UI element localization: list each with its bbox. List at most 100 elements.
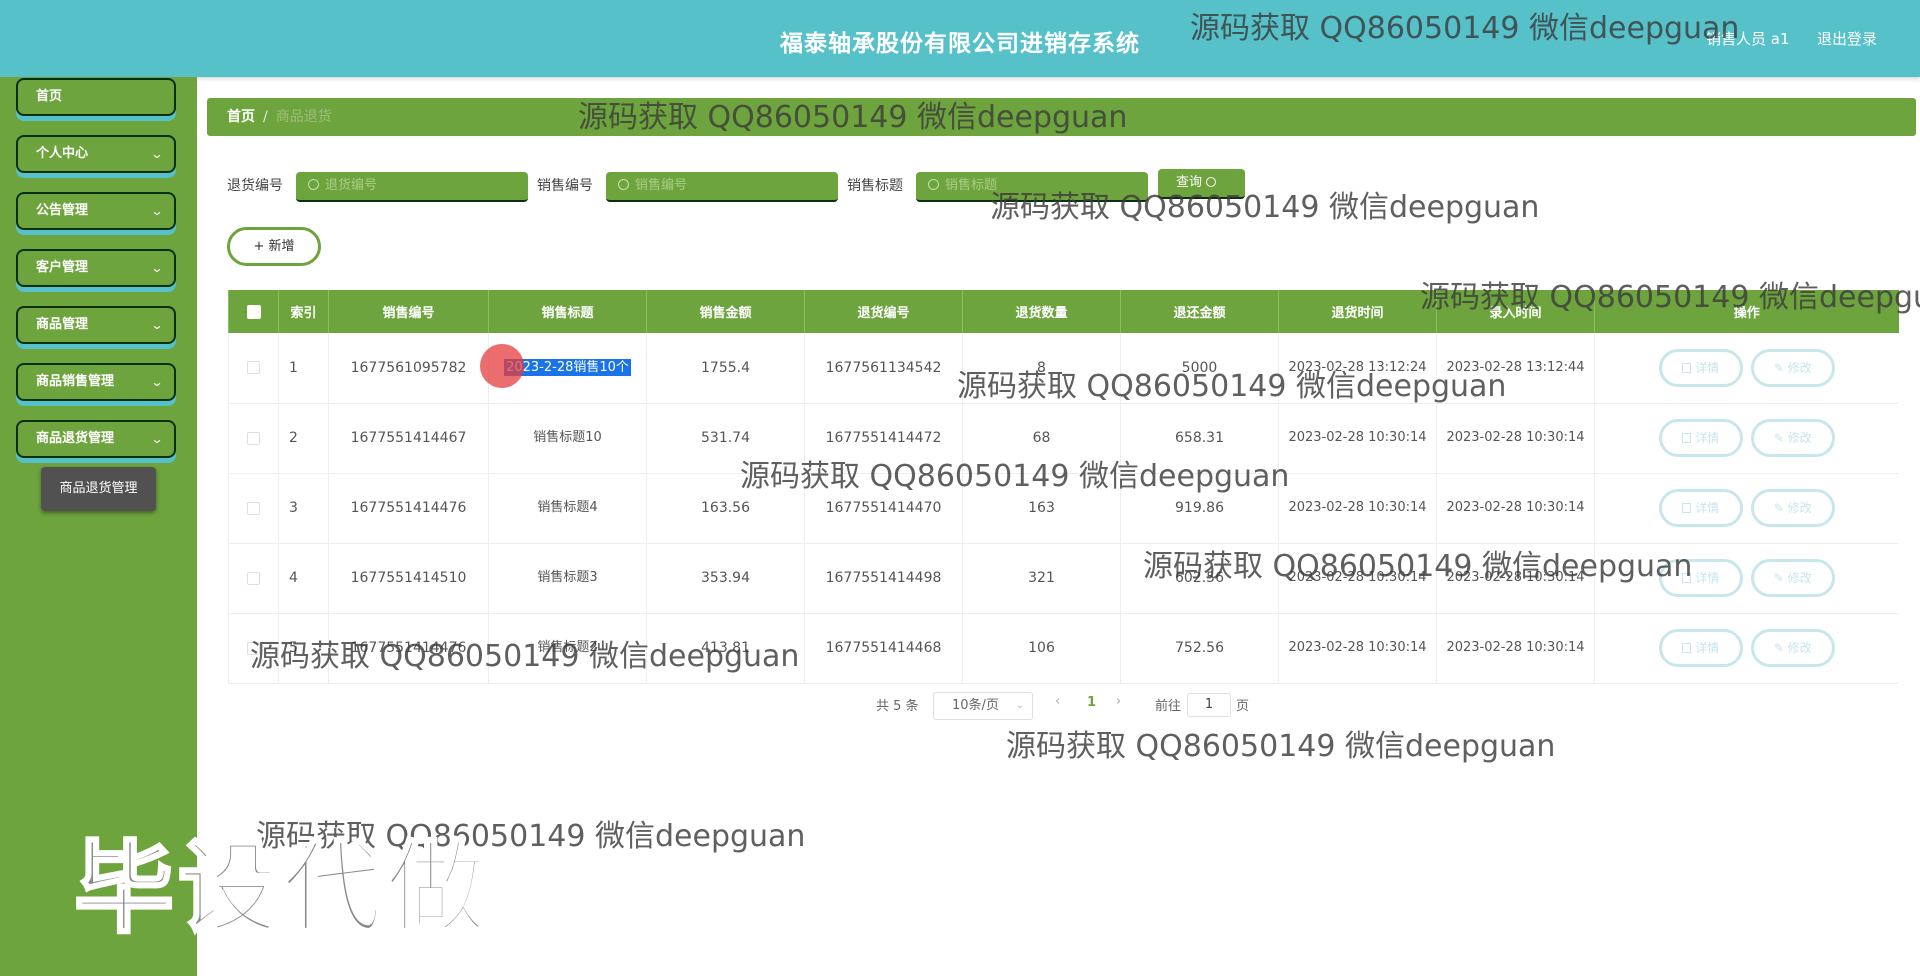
- watermark: 源码获取 QQ86050149 微信deepguan: [990, 190, 1540, 225]
- edit-button[interactable]: ✎ 修改: [1750, 419, 1835, 457]
- breadcrumb-current: 商品退货: [275, 109, 332, 125]
- detail-button-label: 详情: [1695, 501, 1720, 515]
- sidebar-item-label: 公告管理: [36, 203, 89, 218]
- row-checkbox[interactable]: [247, 361, 260, 375]
- sidebar-subitem-returns-management[interactable]: 商品退货管理: [41, 467, 156, 511]
- search-input-sale-no[interactable]: 销售编号: [606, 172, 838, 202]
- page-size-select[interactable]: 10条/页 ⌄: [933, 692, 1033, 720]
- edit-button[interactable]: ✎ 修改: [1750, 348, 1835, 387]
- pagination-total: 共 5 条: [876, 699, 919, 714]
- next-page-icon[interactable]: ›: [1116, 694, 1121, 709]
- entry-time-cell: 2023-02-28 10:30:14: [1436, 473, 1595, 544]
- row-select-cell: [228, 403, 279, 474]
- watermark: 源码获取 QQ86050149 微信deepgu: [1420, 280, 1920, 315]
- sidebar-item-personal-center[interactable]: 个人中心 ⌄: [16, 135, 176, 173]
- sidebar-item-sales[interactable]: 商品销售管理 ⌄: [16, 363, 176, 401]
- add-button[interactable]: + 新增: [227, 227, 321, 266]
- row-index: 3: [278, 473, 329, 544]
- search-icon: [308, 179, 319, 190]
- document-icon: [1682, 643, 1692, 653]
- chevron-down-icon: ⌄: [150, 375, 164, 389]
- detail-button-label: 详情: [1695, 360, 1720, 375]
- chevron-down-icon: ⌄: [1015, 700, 1024, 711]
- detail-button[interactable]: 详情: [1658, 629, 1743, 667]
- row-checkbox[interactable]: [247, 431, 260, 445]
- select-all-cell: [228, 290, 279, 333]
- chevron-down-icon: ⌄: [150, 204, 164, 218]
- actions-cell: 详情 ✎ 修改: [1594, 403, 1899, 474]
- search-input-return-no[interactable]: 退货编号: [296, 172, 528, 202]
- sale-no-cell: 1677551414476: [328, 473, 489, 544]
- watermark: 源码获取 QQ86050149 微信deepguan: [578, 100, 1128, 135]
- search-icon: [928, 179, 939, 190]
- edit-button[interactable]: ✎ 修改: [1750, 489, 1835, 527]
- edit-icon: ✎: [1773, 571, 1788, 585]
- watermark: 源码获取 QQ86050149 微信deepguan: [957, 369, 1507, 404]
- document-icon: [1682, 433, 1692, 443]
- sidebar-item-product[interactable]: 商品管理 ⌄: [16, 306, 176, 344]
- edit-icon: ✎: [1773, 360, 1788, 375]
- goto-suffix: 页: [1236, 699, 1250, 714]
- row-select-cell: [228, 543, 279, 614]
- watermark: 源码获取 QQ86050149 微信deepguan: [1190, 11, 1740, 46]
- sidebar-item-label: 商品管理: [36, 317, 89, 332]
- refund-amount-cell: 752.56: [1120, 613, 1279, 684]
- search-label-sale-no: 销售编号: [537, 178, 593, 194]
- document-icon: [1682, 362, 1692, 373]
- edit-button-label: 修改: [1787, 501, 1812, 515]
- column-header: 退货编号: [804, 290, 963, 333]
- select-all-checkbox[interactable]: [246, 304, 261, 319]
- click-indicator: [480, 344, 524, 388]
- sidebar-item-home[interactable]: 首页: [16, 78, 176, 116]
- current-page[interactable]: 1: [1087, 695, 1096, 710]
- document-icon: [1682, 503, 1692, 513]
- watermark: 源码获取 QQ86050149 微信deepguan: [1006, 729, 1556, 764]
- detail-button[interactable]: 详情: [1658, 419, 1743, 457]
- logout-link[interactable]: 退出登录: [1817, 28, 1877, 49]
- column-header: 退货时间: [1278, 290, 1437, 333]
- return-no-cell: 1677561134542: [804, 333, 963, 404]
- detail-button[interactable]: 详情: [1658, 348, 1743, 387]
- edit-button-label: 修改: [1787, 571, 1812, 585]
- page-size-value: 10条/页: [952, 698, 999, 713]
- chevron-down-icon: ⌄: [150, 318, 164, 332]
- entry-time-cell: 2023-02-28 10:30:14: [1436, 613, 1595, 684]
- detail-button[interactable]: 详情: [1658, 489, 1743, 527]
- sidebar-item-label: 客户管理: [36, 260, 89, 275]
- sale-amount-cell: 1755.4: [646, 333, 805, 404]
- actions-cell: 详情 ✎ 修改: [1594, 613, 1899, 684]
- edit-button-label: 修改: [1787, 431, 1812, 445]
- row-checkbox[interactable]: [247, 501, 260, 515]
- big-watermark: 毕设代做: [73, 829, 490, 949]
- sidebar-item-returns[interactable]: 商品退货管理 ⌄: [16, 420, 176, 458]
- edit-button[interactable]: ✎ 修改: [1750, 559, 1835, 597]
- column-header: 退货数量: [962, 290, 1121, 333]
- sidebar-item-notice[interactable]: 公告管理 ⌄: [16, 192, 176, 230]
- sidebar-item-label: 首页: [36, 89, 63, 104]
- chevron-down-icon: ⌄: [150, 432, 164, 446]
- prev-page-icon[interactable]: ‹: [1055, 694, 1060, 709]
- sale-amount-cell: 353.94: [646, 543, 805, 614]
- row-index: 1: [278, 333, 329, 404]
- goto-page-input[interactable]: 1: [1187, 693, 1231, 717]
- row-index: 4: [278, 543, 329, 614]
- edit-icon: ✎: [1773, 641, 1788, 655]
- row-select-cell: [228, 473, 279, 544]
- edit-button-label: 修改: [1787, 641, 1812, 655]
- row-checkbox[interactable]: [247, 571, 260, 585]
- sale-title-cell: 销售标题3: [488, 543, 647, 614]
- row-select-cell: [228, 333, 279, 404]
- edit-button[interactable]: ✎ 修改: [1750, 629, 1835, 667]
- chevron-down-icon: ⌄: [150, 261, 164, 275]
- search-icon: [618, 179, 629, 190]
- sidebar-item-customer[interactable]: 客户管理 ⌄: [16, 249, 176, 287]
- edit-button-label: 修改: [1787, 360, 1812, 375]
- breadcrumb-home[interactable]: 首页: [227, 109, 255, 125]
- detail-button-label: 详情: [1695, 571, 1720, 585]
- search-placeholder: 退货编号: [325, 178, 378, 193]
- column-header: 销售金额: [646, 290, 805, 333]
- edit-icon: ✎: [1773, 501, 1788, 515]
- watermark: 源码获取 QQ86050149 微信deepguan: [1143, 549, 1693, 584]
- column-header: 销售标题: [488, 290, 647, 333]
- sidebar-item-label: 商品退货管理: [36, 431, 115, 446]
